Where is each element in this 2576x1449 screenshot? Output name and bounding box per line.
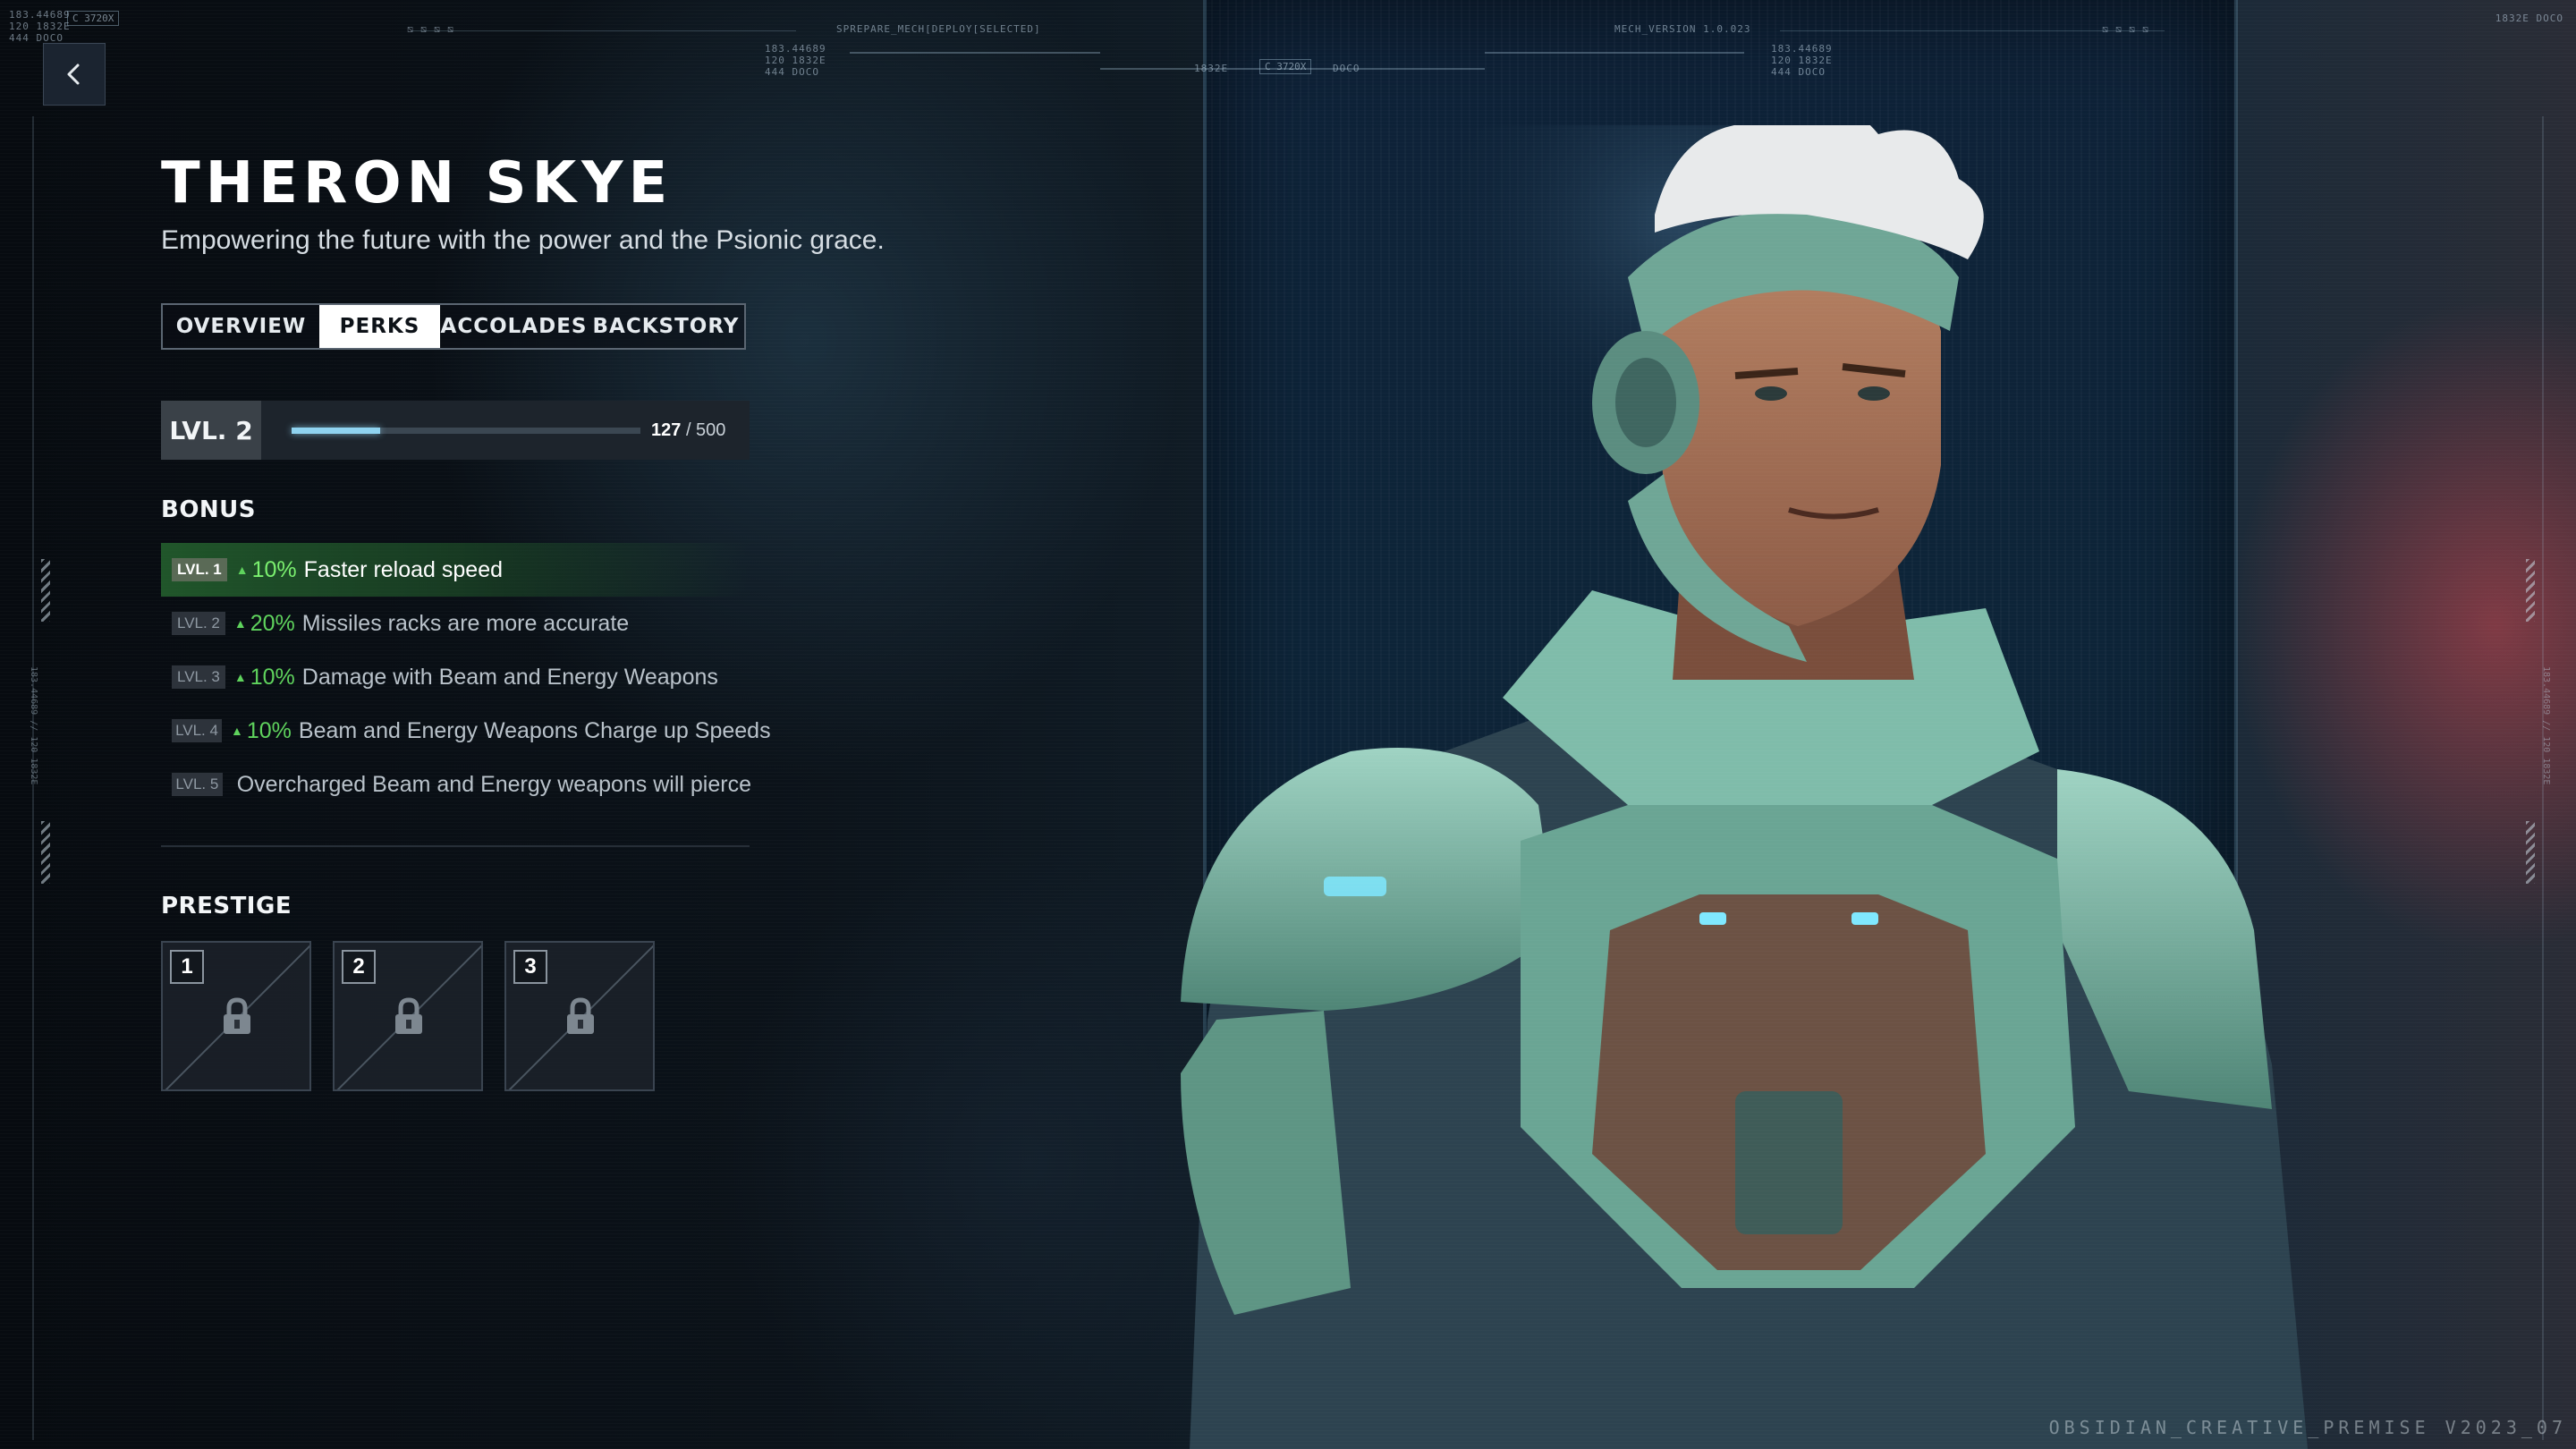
bonus-row[interactable]: LVL. 2 ▲ 20% Missiles racks are more acc… xyxy=(161,597,751,650)
tab-overview[interactable]: OVERVIEW xyxy=(163,305,319,348)
bonus-percent: 10% xyxy=(246,717,292,743)
hud-box-right: DOCO xyxy=(1333,63,1360,74)
hud-coords-a: 183.44689 120 1832E 444 DOCO xyxy=(765,43,826,78)
right-hatch-bottom xyxy=(2526,821,2535,884)
tab-backstory[interactable]: BACKSTORY xyxy=(588,305,744,348)
prestige-slot[interactable]: 2 xyxy=(333,941,483,1091)
lock-icon xyxy=(395,997,422,1034)
chevron-left-icon xyxy=(67,64,80,85)
bonus-description: Faster reload speed xyxy=(303,556,504,582)
right-vertical-code: 183.44689 // 120 1832E xyxy=(2541,666,2551,785)
bonus-level-chip: LVL. 4 xyxy=(172,719,222,742)
bonus-row[interactable]: LVL. 3 ▲ 10% Damage with Beam and Energy… xyxy=(161,650,751,704)
prestige-slot[interactable]: 3 xyxy=(504,941,655,1091)
increase-arrow-icon: ▲ xyxy=(235,563,249,577)
hud-box-left: 1832E xyxy=(1194,63,1229,74)
tab-accolades[interactable]: ACCOLADES xyxy=(440,305,588,348)
character-name: THERON SKYE xyxy=(161,150,674,216)
bonus-level-chip: LVL. 1 xyxy=(172,558,227,581)
hud-code-top-left: C 3720X xyxy=(67,11,120,26)
section-divider xyxy=(161,845,750,847)
bonus-description: Overcharged Beam and Energy weapons will… xyxy=(236,771,751,797)
hud-glyphs-left: ⧅⧅⧅⧅ xyxy=(407,23,461,35)
bonus-description: Damage with Beam and Energy Weapons xyxy=(301,664,718,690)
hud-coords-top-left: 183.44689 120 1832E 444 DOCO xyxy=(9,9,71,44)
bonus-row[interactable]: LVL. 4 ▲ 10% Beam and Energy Weapons Cha… xyxy=(161,704,771,758)
hud-mech-version: MECH_VERSION 1.0.023 xyxy=(1614,23,1751,35)
prestige-heading: PRESTIGE xyxy=(161,893,292,919)
character-portrait xyxy=(1181,125,2308,1449)
increase-arrow-icon: ▲ xyxy=(233,616,247,631)
left-hatch-bottom xyxy=(41,821,50,884)
back-button[interactable] xyxy=(43,43,106,106)
xp-max: / 500 xyxy=(685,419,726,440)
bonus-row[interactable]: LVL. 1 ▲ 10% Faster reload speed xyxy=(161,543,751,597)
left-hatch-top xyxy=(41,559,50,622)
increase-arrow-icon: ▲ xyxy=(231,724,243,738)
bonus-level-chip: LVL. 5 xyxy=(172,773,223,796)
bonus-percent: 10% xyxy=(251,556,297,582)
left-vertical-code: 183.44689 // 120 1832E xyxy=(29,666,38,785)
right-hatch-top xyxy=(2526,559,2535,622)
xp-progress-track xyxy=(292,427,640,434)
bonus-percent: 10% xyxy=(250,664,295,690)
increase-arrow-icon: ▲ xyxy=(233,670,247,684)
hud-center-label: SPREPARE_MECH[DEPLOY[SELECTED] xyxy=(836,23,1041,35)
prestige-slot-number: 1 xyxy=(170,950,204,984)
bonus-description: Beam and Energy Weapons Charge up Speeds xyxy=(298,717,771,743)
hud-rule xyxy=(411,30,796,31)
hud-rule xyxy=(1485,52,1744,54)
xp-current: 127 xyxy=(651,419,682,440)
character-tagline: Empowering the future with the power and… xyxy=(161,225,885,255)
footer-watermark: OBSIDIAN_CREATIVE_PREMISE V2023_07 xyxy=(2048,1417,2567,1438)
lock-icon xyxy=(224,997,250,1034)
hud-code-top-right: 1832E DOCO xyxy=(2495,13,2563,24)
bonus-level-chip: LVL. 2 xyxy=(172,612,225,635)
hud-rule xyxy=(850,52,1100,54)
bonus-description: Missiles racks are more accurate xyxy=(301,610,630,636)
xp-readout: 127 / 500 xyxy=(651,420,725,441)
level-badge: LVL. 2 xyxy=(161,401,261,460)
bonus-row[interactable]: LVL. 5 Overcharged Beam and Energy weapo… xyxy=(161,758,751,811)
hud-glyphs-right: ⧅⧅⧅⧅ xyxy=(2102,23,2156,35)
bonus-level-chip: LVL. 3 xyxy=(172,665,225,689)
tab-perks[interactable]: PERKS xyxy=(319,305,440,348)
bonus-percent: 20% xyxy=(250,610,295,636)
hud-box-mid: C 3720X xyxy=(1259,59,1312,74)
lock-icon xyxy=(567,997,594,1034)
bonus-heading: BONUS xyxy=(161,496,257,523)
tab-bar: OVERVIEW PERKS ACCOLADES BACKSTORY xyxy=(161,303,746,350)
hud-coords-b: 183.44689 120 1832E 444 DOCO xyxy=(1771,43,1833,78)
prestige-slot[interactable]: 1 xyxy=(161,941,311,1091)
prestige-slot-number: 2 xyxy=(342,950,376,984)
xp-progress-fill xyxy=(292,427,381,434)
level-progress-panel: LVL. 2 127 / 500 xyxy=(161,401,750,460)
bonus-list: LVL. 1 ▲ 10% Faster reload speed LVL. 2 … xyxy=(161,543,771,811)
prestige-slots: 1 2 3 xyxy=(161,941,655,1091)
prestige-slot-number: 3 xyxy=(513,950,547,984)
